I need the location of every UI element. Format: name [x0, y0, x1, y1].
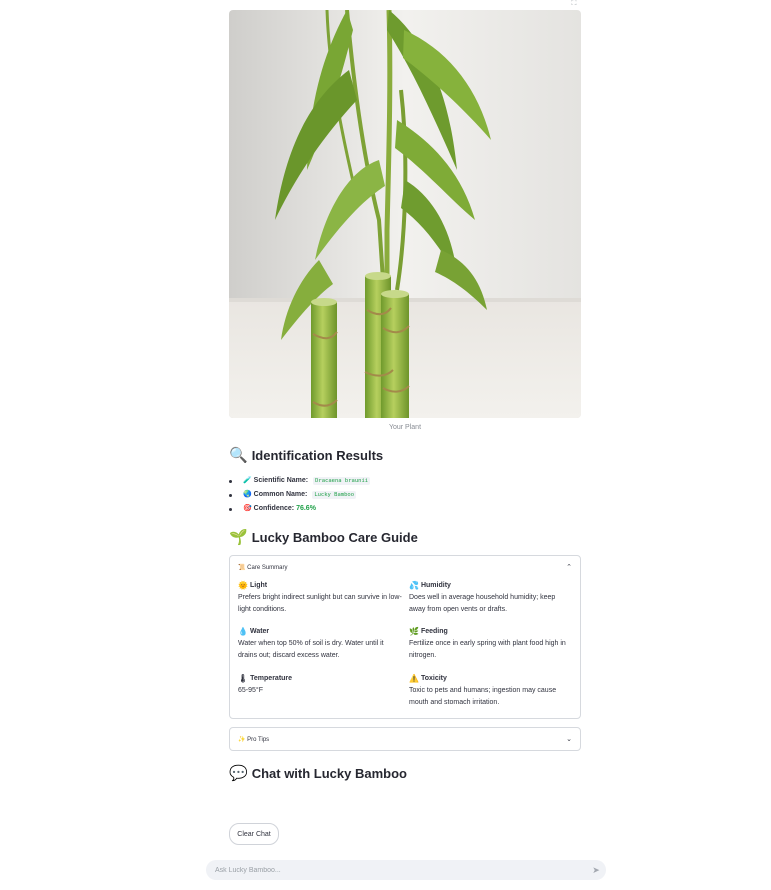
confidence-label: Confidence:	[253, 505, 295, 512]
care-guide-heading: 🌱 Lucky Bamboo Care Guide	[229, 528, 418, 546]
chat-title: Chat with Lucky Bamboo	[251, 765, 407, 781]
chat-input-bar: ➤	[206, 860, 606, 880]
care-item-toxicity: ⚠️ Toxicity Toxic to pets and humans; ing…	[409, 673, 573, 709]
care-item-title: Light	[249, 582, 268, 589]
speech-bubble-icon: 💬	[229, 765, 248, 782]
list-item: 🌏 Common Name: Lucky Bamboo	[229, 488, 370, 502]
scroll-icon: 📜	[238, 564, 246, 571]
care-item-text: 65-95°F	[238, 687, 263, 694]
globe-icon: 🌏	[243, 491, 252, 498]
target-icon: 🎯	[243, 505, 252, 512]
pro-tips-expander[interactable]: ✨ Pro Tips ⌄	[229, 727, 581, 751]
care-item-feeding: 🌿 Feeding Fertilize once in early spring …	[409, 626, 573, 662]
chevron-down-icon[interactable]: ⌄	[566, 735, 572, 743]
care-item-title: Toxicity	[420, 675, 447, 682]
test-tube-icon: 🧪	[243, 477, 252, 484]
care-item-text: Toxic to pets and humans; ingestion may …	[409, 687, 557, 706]
care-item-text: Fertilize once in early spring with plan…	[409, 640, 566, 659]
care-summary-grid: 🌞 Light Prefers bright indirect sunlight …	[230, 578, 580, 718]
send-icon[interactable]: ➤	[586, 860, 606, 880]
chevron-up-icon[interactable]: ⌃	[566, 563, 572, 571]
list-item: 🧪 Scientific Name: Dracaena braunii	[229, 474, 371, 488]
care-item-humidity: 💦 Humidity Does well in average household…	[409, 580, 573, 616]
pro-tips-label: Pro Tips	[247, 736, 270, 743]
list-item: 🎯 Confidence: 76.6%	[229, 502, 370, 516]
care-summary-header[interactable]: 📜 Care Summary ⌃	[230, 556, 580, 578]
care-item-text: Water when top 50% of soil is dry. Water…	[238, 640, 384, 659]
scientific-name-label: Scientific Name:	[253, 477, 309, 484]
sparkles-icon: ✨	[238, 736, 246, 743]
care-item-title: Water	[249, 628, 270, 635]
care-item-text: Does well in average household humidity;…	[409, 594, 556, 613]
plant-image	[229, 10, 581, 418]
identification-title: Identification Results	[251, 447, 384, 463]
pro-tips-header[interactable]: ✨ Pro Tips ⌄	[230, 728, 580, 750]
sun-icon: 🌞	[238, 581, 248, 590]
plant-food-icon: 🌿	[409, 627, 419, 636]
care-item-title: Temperature	[250, 675, 293, 682]
image-caption: Your Plant	[388, 424, 422, 431]
thermometer-icon: 🌡	[238, 674, 249, 683]
care-item-temperature: 🌡 Temperature 65-95°F	[238, 673, 402, 697]
care-item-light: 🌞 Light Prefers bright indirect sunlight …	[238, 580, 402, 616]
care-item-water: 💧 Water Water when top 50% of soil is dry…	[238, 626, 402, 662]
seedling-icon: 🌱	[229, 529, 248, 546]
care-guide-title: Lucky Bamboo Care Guide	[251, 529, 418, 545]
common-name-label: Common Name:	[253, 491, 308, 498]
care-item-title: Feeding	[420, 628, 448, 635]
care-item-text: Prefers bright indirect sunlight but can…	[238, 594, 402, 613]
confidence-value: 76.6%	[296, 505, 316, 512]
care-summary-label: Care Summary	[247, 564, 288, 571]
identification-heading: 🔍 Identification Results	[229, 446, 383, 464]
scientific-name-value: Dracaena braunii	[313, 477, 371, 485]
water-drop-icon: 💧	[238, 627, 248, 636]
fullscreen-icon[interactable]: ⛶	[569, 0, 579, 8]
humidity-icon: 💦	[409, 581, 419, 590]
warning-icon: ⚠️	[409, 674, 419, 683]
common-name-value: Lucky Bamboo	[312, 491, 357, 499]
chat-input[interactable]	[206, 865, 586, 875]
care-item-title: Humidity	[420, 582, 451, 589]
identification-list: 🧪 Scientific Name: Dracaena braunii 🌏 Co…	[229, 474, 371, 516]
chat-heading: 💬 Chat with Lucky Bamboo	[229, 764, 407, 782]
magnifier-icon: 🔍	[229, 447, 248, 464]
clear-chat-button[interactable]: Clear Chat	[229, 823, 279, 845]
care-summary-expander: 📜 Care Summary ⌃ 🌞 Light Prefers bright i…	[229, 555, 581, 719]
